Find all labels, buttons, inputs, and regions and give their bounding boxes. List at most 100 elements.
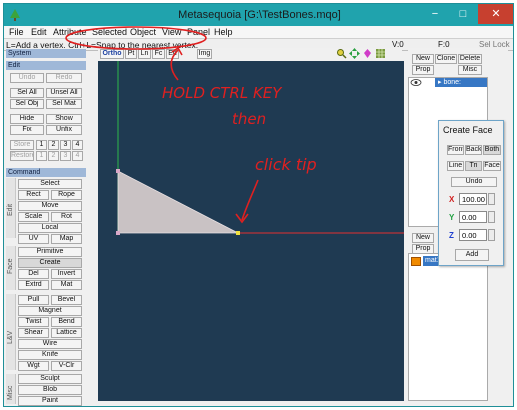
select-button[interactable]: Select xyxy=(18,179,82,189)
lattice-button[interactable]: Lattice xyxy=(51,328,82,338)
grid-icon[interactable] xyxy=(375,48,386,59)
primitive-button[interactable]: Primitive xyxy=(18,247,82,257)
invert-button[interactable]: Invert xyxy=(51,269,82,279)
hide-button[interactable]: Hide xyxy=(10,114,44,124)
create-face-undo-button[interactable]: Undo xyxy=(451,177,497,187)
fix-button[interactable]: Fix xyxy=(10,125,44,135)
point-display-toggle[interactable]: Pt xyxy=(125,49,137,59)
x-spin-button[interactable] xyxy=(488,193,495,205)
bend-button[interactable]: Bend xyxy=(51,317,82,327)
sel-mat-button[interactable]: Sel Mat xyxy=(46,99,82,109)
minimize-button[interactable]: − xyxy=(422,4,448,24)
restore-slot-1[interactable]: 1 xyxy=(36,151,47,161)
store-slot-4[interactable]: 4 xyxy=(72,140,83,150)
command-section-header[interactable]: Command xyxy=(6,168,86,177)
store-button[interactable]: Store xyxy=(10,140,34,150)
mode-tri-button[interactable]: Tri xyxy=(465,161,482,171)
wire-button[interactable]: Wire xyxy=(18,339,82,349)
viewport-canvas[interactable] xyxy=(98,61,404,401)
edit-command-tab[interactable]: Edit xyxy=(6,178,16,238)
z-coordinate-input[interactable] xyxy=(459,229,487,241)
move-arrows-icon[interactable] xyxy=(349,48,360,59)
y-spin-button[interactable] xyxy=(488,211,495,223)
shear-button[interactable]: Shear xyxy=(18,328,49,338)
undo-button[interactable]: Undo xyxy=(10,73,44,83)
edit-section-header[interactable]: Edit xyxy=(6,61,86,70)
restore-slot-2[interactable]: 2 xyxy=(48,151,59,161)
title-bar[interactable]: Metasequoia [G:\TestBones.mqo] − □ ✕ xyxy=(4,4,513,26)
mat-button[interactable]: Mat xyxy=(51,280,82,290)
paint-button[interactable]: Paint xyxy=(18,396,82,406)
visibility-eye-icon[interactable] xyxy=(410,78,422,87)
blob-button[interactable]: Blob xyxy=(18,385,82,395)
material-list[interactable]: mat1 xyxy=(408,253,488,401)
sel-all-button[interactable]: Sel All xyxy=(10,88,44,98)
object-prop-button[interactable]: Prop xyxy=(412,65,434,75)
unfix-button[interactable]: Unfix xyxy=(46,125,82,135)
map-button[interactable]: Map xyxy=(51,234,82,244)
z-spin-button[interactable] xyxy=(488,229,495,241)
x-coordinate-input[interactable] xyxy=(459,193,487,205)
rope-button[interactable]: Rope xyxy=(51,190,82,200)
vclr-button[interactable]: V-Clr xyxy=(51,361,82,371)
object-name-bone[interactable]: ▸ bone: xyxy=(435,78,487,87)
move-button[interactable]: Move xyxy=(18,201,82,211)
show-button[interactable]: Show xyxy=(46,114,82,124)
face-front-button[interactable]: Front xyxy=(447,145,464,155)
face-both-button[interactable]: Both xyxy=(483,145,501,155)
rotate-icon[interactable] xyxy=(362,48,373,59)
maximize-button[interactable]: □ xyxy=(450,4,476,24)
pull-button[interactable]: Pull xyxy=(18,295,49,305)
menu-object[interactable]: Object xyxy=(130,27,156,37)
object-new-button[interactable]: New xyxy=(412,54,434,64)
store-slot-1[interactable]: 1 xyxy=(36,140,47,150)
menu-selected[interactable]: Selected xyxy=(92,27,127,37)
store-slot-2[interactable]: 2 xyxy=(48,140,59,150)
create-face-add-button[interactable]: Add xyxy=(455,249,489,261)
close-button[interactable]: ✕ xyxy=(478,4,513,24)
rect-button[interactable]: Rect xyxy=(18,190,49,200)
sculpt-button[interactable]: Sculpt xyxy=(18,374,82,384)
magnify-icon[interactable] xyxy=(336,48,347,59)
y-coordinate-input[interactable] xyxy=(459,211,487,223)
twist-button[interactable]: Twist xyxy=(18,317,49,327)
system-section-header[interactable]: System xyxy=(6,49,86,58)
object-row[interactable]: ▸ bone: xyxy=(409,78,489,87)
line-display-toggle[interactable]: Ln xyxy=(138,49,151,59)
restore-slot-4[interactable]: 4 xyxy=(72,151,83,161)
menu-panel[interactable]: Panel xyxy=(187,27,210,37)
create-button[interactable]: Create xyxy=(18,258,82,268)
edge-display-toggle[interactable]: Ed xyxy=(166,49,179,59)
menu-attribute[interactable]: Attribute xyxy=(53,27,87,37)
misc-command-tab[interactable]: Misc xyxy=(6,374,16,404)
lv-command-tab[interactable]: L&V xyxy=(6,294,16,370)
magnet-button[interactable]: Magnet xyxy=(18,306,82,316)
bevel-button[interactable]: Bevel xyxy=(51,295,82,305)
sel-obj-button[interactable]: Sel Obj xyxy=(10,99,44,109)
mode-face-button[interactable]: Face xyxy=(483,161,501,171)
mode-line-button[interactable]: Line xyxy=(447,161,464,171)
restore-button[interactable]: Restore xyxy=(10,151,34,161)
image-display-toggle[interactable]: Img xyxy=(197,49,212,59)
rot-button[interactable]: Rot xyxy=(51,212,82,222)
wgt-button[interactable]: Wgt xyxy=(18,361,49,371)
knife-button[interactable]: Knife xyxy=(18,350,82,360)
extrd-button[interactable]: Extrd xyxy=(18,280,49,290)
object-misc-button[interactable]: Misc xyxy=(458,65,482,75)
menu-edit[interactable]: Edit xyxy=(31,27,47,37)
face-display-toggle[interactable]: Fc xyxy=(152,49,165,59)
menu-help[interactable]: Help xyxy=(214,27,233,37)
menu-file[interactable]: File xyxy=(9,27,24,37)
ortho-view-button[interactable]: Ortho xyxy=(100,49,124,59)
local-button[interactable]: Local xyxy=(18,223,82,233)
face-back-button[interactable]: Back xyxy=(465,145,482,155)
del-button[interactable]: Del xyxy=(18,269,49,279)
material-new-button[interactable]: New xyxy=(412,233,434,243)
vertex-bottom-left[interactable] xyxy=(116,231,120,235)
menu-view[interactable]: View xyxy=(162,27,181,37)
uv-button[interactable]: UV xyxy=(18,234,49,244)
unsel-all-button[interactable]: Unsel All xyxy=(46,88,82,98)
vertex-top[interactable] xyxy=(116,169,120,173)
triangle-face[interactable] xyxy=(117,170,239,234)
restore-slot-3[interactable]: 3 xyxy=(60,151,71,161)
